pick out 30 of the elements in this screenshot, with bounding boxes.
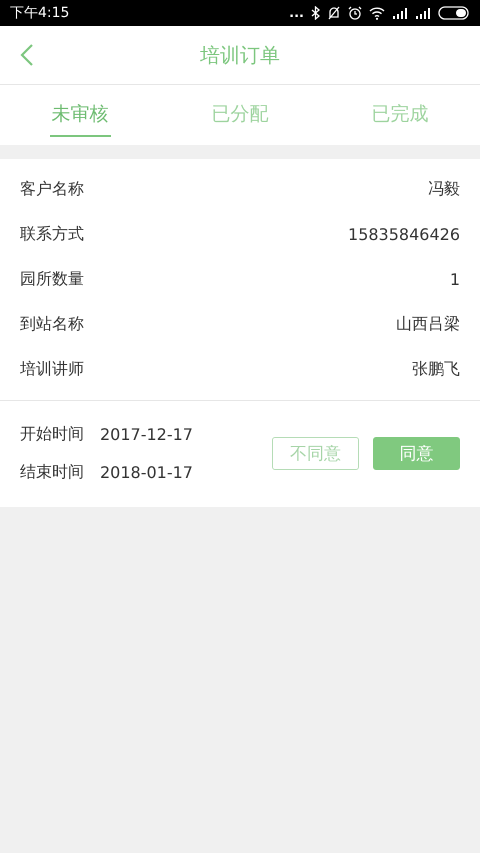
field-value: 冯毅 xyxy=(428,179,460,200)
date-label: 开始时间 xyxy=(20,424,84,444)
bell-off-icon xyxy=(327,6,341,20)
date-value: 2017-12-17 xyxy=(100,424,193,444)
battery-icon xyxy=(438,6,470,20)
signal-icon xyxy=(415,7,431,19)
alarm-icon xyxy=(348,6,362,20)
tab[interactable]: 未审核 xyxy=(50,85,110,137)
agree-button[interactable]: 同意 xyxy=(373,436,460,470)
disagree-button[interactable]: 不同意 xyxy=(272,436,359,470)
tab[interactable]: 已分配 xyxy=(210,85,270,145)
field-value: 山西吕梁 xyxy=(396,314,460,335)
bluetooth-icon xyxy=(311,6,320,20)
back-icon[interactable] xyxy=(20,43,34,67)
field-label: 联系方式 xyxy=(20,224,84,245)
signal-icon xyxy=(392,7,408,19)
field-value: 15835846426 xyxy=(348,225,460,244)
date-value: 2018-01-17 xyxy=(100,462,193,482)
field-value: 张鹏飞 xyxy=(412,359,460,380)
tab[interactable]: 已完成 xyxy=(370,85,430,145)
field-label: 到站名称 xyxy=(20,314,84,335)
status-time: 下午4:15 xyxy=(10,4,70,22)
field-value: 1 xyxy=(450,270,460,289)
status-dots: ... xyxy=(289,6,304,20)
field-label: 园所数量 xyxy=(20,269,84,290)
field-label: 培训讲师 xyxy=(20,359,84,380)
date-label: 结束时间 xyxy=(20,462,84,482)
field-label: 客户名称 xyxy=(20,179,84,200)
page-title: 培训订单 xyxy=(200,42,280,68)
wifi-icon xyxy=(369,6,385,20)
